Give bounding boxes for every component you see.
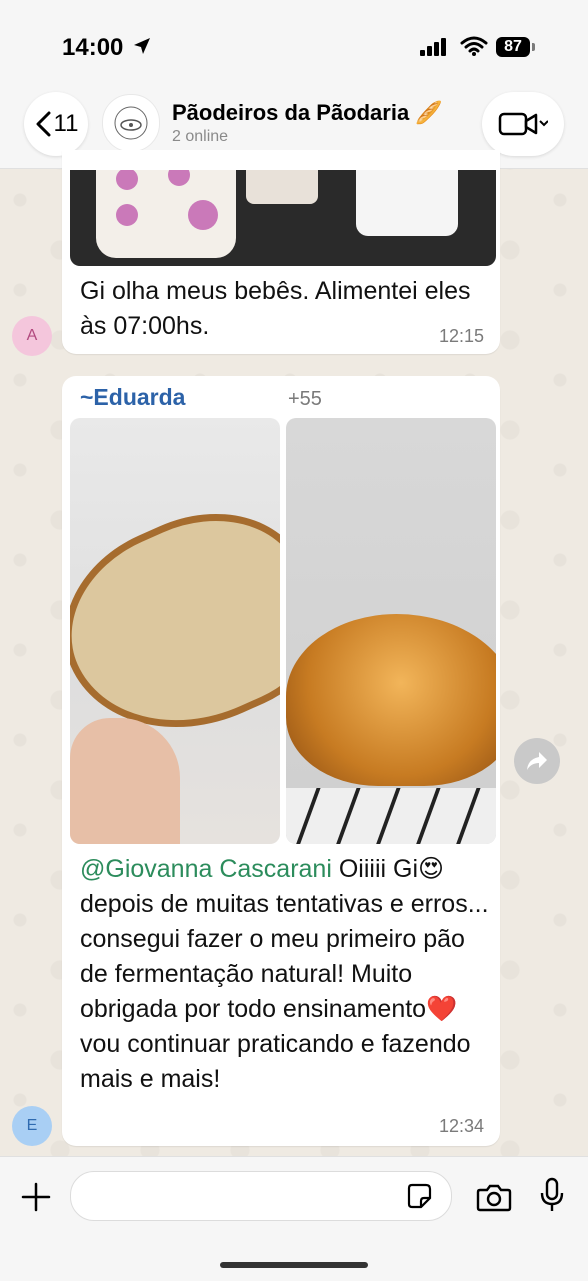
status-bar: 14:00 87 <box>0 0 588 90</box>
wifi-icon <box>460 36 488 61</box>
message-bubble[interactable]: Gi olha meus bebês. Alimentei eles às 07… <box>62 150 500 354</box>
forward-arrow-icon <box>527 752 547 770</box>
status-time: 14:00 <box>62 34 124 61</box>
forward-button[interactable] <box>514 738 560 784</box>
hand-shape <box>70 718 180 844</box>
group-avatar[interactable] <box>102 94 160 152</box>
sender-name[interactable]: ~Eduarda <box>80 384 185 411</box>
photo-jar <box>246 170 318 204</box>
message-bubble[interactable]: ~Eduarda +55 @Giovanna Cascarani Oiiiii … <box>62 376 500 1146</box>
cellular-signal-icon <box>420 38 448 61</box>
battery-icon: 87 <box>496 37 530 57</box>
message-timestamp: 12:34 <box>438 1116 484 1136</box>
message-photo-bread-loaf[interactable] <box>286 418 496 844</box>
back-button[interactable]: 11 <box>24 92 88 156</box>
home-indicator[interactable] <box>220 1262 368 1268</box>
message-text: @Giovanna Cascarani Oiiiii Gi😍 depois de… <box>80 852 490 1097</box>
camera-button[interactable] <box>474 1177 514 1217</box>
attach-button[interactable] <box>16 1177 56 1217</box>
battery-tip <box>532 43 535 51</box>
message-photo[interactable] <box>70 170 496 266</box>
message-timestamp: 12:15 <box>438 326 484 346</box>
bread-loaf-shape <box>286 614 496 786</box>
video-call-button[interactable] <box>482 92 564 156</box>
photo-jar <box>96 170 236 258</box>
microphone-icon <box>540 1177 564 1211</box>
message-input[interactable] <box>70 1171 452 1221</box>
sender-avatar[interactable]: A <box>12 316 52 356</box>
video-camera-icon <box>498 112 548 136</box>
microphone-button[interactable] <box>532 1173 572 1217</box>
sender-avatar[interactable]: E <box>12 1106 52 1146</box>
message-body: Oiiiii Gi😍 depois de muitas tentativas e… <box>80 855 489 1093</box>
group-status: 2 online <box>172 128 229 145</box>
mention-link[interactable]: @Giovanna Cascarani <box>80 855 332 883</box>
unread-count: 11 <box>53 110 79 137</box>
sticker-icon[interactable] <box>405 1182 433 1215</box>
photo-jar <box>356 170 458 236</box>
group-logo-icon <box>114 106 148 140</box>
message-photo-bread-crumb[interactable] <box>70 418 280 844</box>
group-name[interactable]: Pãodeiros da Pãodaria 🥖 <box>172 100 443 126</box>
message-text: Gi olha meus bebês. Alimentei eles às 07… <box>80 277 471 340</box>
location-arrow-icon <box>132 36 152 61</box>
message-text-field[interactable] <box>87 1180 391 1212</box>
chevron-left-icon <box>36 111 51 137</box>
camera-icon <box>476 1184 512 1212</box>
plus-icon <box>21 1182 51 1212</box>
sender-phone: +55 <box>288 388 322 410</box>
